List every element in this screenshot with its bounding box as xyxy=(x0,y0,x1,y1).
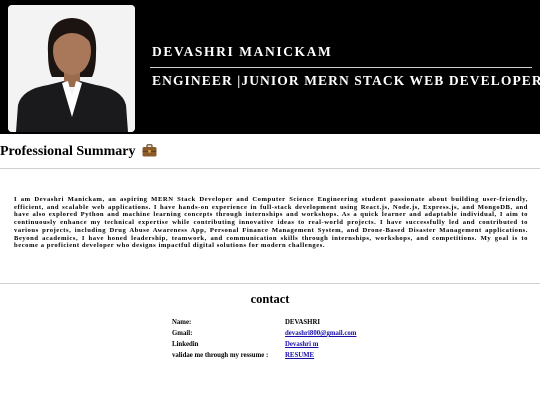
contact-row-resume: validae me through my ressume : RESUME xyxy=(172,352,356,363)
section-divider xyxy=(0,168,540,169)
gmail-label: Gmail: xyxy=(172,330,193,337)
linkedin-label: Linkedin xyxy=(172,341,199,348)
summary-heading: Professional Summary xyxy=(0,144,157,162)
profile-photo xyxy=(8,5,135,132)
summary-heading-text: Professional Summary xyxy=(0,144,136,159)
profile-header: DEVASHRI MANICKAM ENGINEER |JUNIOR MERN … xyxy=(0,0,540,134)
name-value: DEVASHRI xyxy=(285,319,321,326)
gmail-link[interactable]: devashri800@gmail.com xyxy=(285,330,356,337)
summary-text: I am Devashri Manickam, an aspiring MERN… xyxy=(14,196,528,250)
full-name: DEVASHRI MANICKAM xyxy=(152,44,333,59)
job-title: ENGINEER |JUNIOR MERN STACK WEB DEVELOPE… xyxy=(152,73,540,88)
resume-link[interactable]: RESUME xyxy=(285,352,314,359)
linkedin-link[interactable]: Devashri m xyxy=(285,341,318,348)
section-divider xyxy=(0,283,540,284)
contact-row-linkedin: Linkedin Devashri m xyxy=(172,341,356,352)
header-divider xyxy=(150,67,532,68)
briefcase-icon xyxy=(142,144,157,162)
contact-table: Name: DEVASHRI Gmail: devashri800@gmail.… xyxy=(172,319,356,363)
contact-row-name: Name: DEVASHRI xyxy=(172,319,356,330)
contact-row-gmail: Gmail: devashri800@gmail.com xyxy=(172,330,356,341)
resume-label: validae me through my ressume : xyxy=(172,352,269,359)
contact-heading: contact xyxy=(250,292,290,306)
name-label: Name: xyxy=(172,319,192,326)
